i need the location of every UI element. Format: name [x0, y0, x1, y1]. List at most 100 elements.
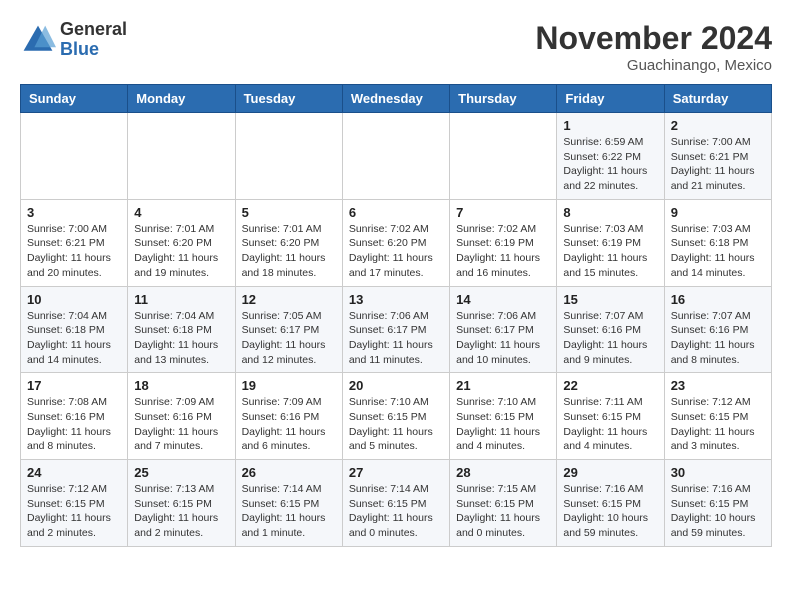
calendar-header-row: SundayMondayTuesdayWednesdayThursdayFrid…	[21, 85, 772, 113]
day-number: 21	[456, 378, 550, 393]
calendar-day-header: Friday	[557, 85, 664, 113]
day-number: 15	[563, 292, 657, 307]
calendar-day-cell: 11 Sunrise: 7:04 AM Sunset: 6:18 PM Dayli…	[128, 286, 235, 373]
month-title: November 2024	[535, 20, 772, 57]
day-info: Sunrise: 7:01 AM Sunset: 6:20 PM Dayligh…	[134, 222, 228, 281]
day-info: Sunrise: 7:01 AM Sunset: 6:20 PM Dayligh…	[242, 222, 336, 281]
day-info: Sunrise: 7:10 AM Sunset: 6:15 PM Dayligh…	[456, 395, 550, 454]
title-area: November 2024 Guachinango, Mexico	[535, 20, 772, 74]
calendar-week-row: 10Sunrise: 7:04 AM Sunset: 6:18 PM Dayli…	[21, 286, 772, 373]
calendar-day-cell: 2 Sunrise: 7:00 AM Sunset: 6:21 PM Daylig…	[664, 113, 771, 200]
calendar-day-cell: 6Sunrise: 7:02 AM Sunset: 6:20 PM Daylig…	[342, 199, 449, 286]
day-number: 8	[563, 205, 657, 220]
day-number: 18	[134, 378, 228, 393]
calendar-day-cell: 18 Sunrise: 7:09 AM Sunset: 6:16 PM Dayli…	[128, 373, 235, 460]
day-number: 5	[242, 205, 336, 220]
day-info: Sunrise: 7:05 AM Sunset: 6:17 PM Dayligh…	[242, 309, 336, 368]
day-number: 9	[671, 205, 765, 220]
day-number: 25	[134, 465, 228, 480]
calendar-day-header: Thursday	[450, 85, 557, 113]
calendar-day-cell	[128, 113, 235, 200]
calendar-day-cell: 22 Sunrise: 7:11 AM Sunset: 6:15 PM Dayli…	[557, 373, 664, 460]
day-number: 2	[671, 118, 765, 133]
calendar-day-cell: 26Sunrise: 7:14 AM Sunset: 6:15 PM Dayli…	[235, 460, 342, 547]
calendar-week-row: 24Sunrise: 7:12 AM Sunset: 6:15 PM Dayli…	[21, 460, 772, 547]
calendar-day-cell	[342, 113, 449, 200]
day-info: Sunrise: 7:00 AM Sunset: 6:21 PM Dayligh…	[27, 222, 121, 281]
day-info: Sunrise: 7:10 AM Sunset: 6:15 PM Dayligh…	[349, 395, 443, 454]
day-number: 13	[349, 292, 443, 307]
location-subtitle: Guachinango, Mexico	[535, 57, 772, 74]
calendar-week-row: 17 Sunrise: 7:08 AM Sunset: 6:16 PM Dayli…	[21, 373, 772, 460]
day-info: Sunrise: 7:03 AM Sunset: 6:18 PM Dayligh…	[671, 222, 765, 281]
calendar-day-cell: 9 Sunrise: 7:03 AM Sunset: 6:18 PM Daylig…	[664, 199, 771, 286]
calendar-day-header: Monday	[128, 85, 235, 113]
day-info: Sunrise: 7:16 AM Sunset: 6:15 PM Dayligh…	[671, 482, 765, 541]
calendar-day-cell: 15 Sunrise: 7:07 AM Sunset: 6:16 PM Dayli…	[557, 286, 664, 373]
day-number: 6	[349, 205, 443, 220]
day-number: 7	[456, 205, 550, 220]
day-info: Sunrise: 7:07 AM Sunset: 6:16 PM Dayligh…	[563, 309, 657, 368]
day-number: 19	[242, 378, 336, 393]
calendar-day-cell: 5 Sunrise: 7:01 AM Sunset: 6:20 PM Daylig…	[235, 199, 342, 286]
day-info: Sunrise: 7:04 AM Sunset: 6:18 PM Dayligh…	[27, 309, 121, 368]
day-info: Sunrise: 7:16 AM Sunset: 6:15 PM Dayligh…	[563, 482, 657, 541]
day-number: 3	[27, 205, 121, 220]
calendar-day-cell	[450, 113, 557, 200]
day-info: Sunrise: 7:15 AM Sunset: 6:15 PM Dayligh…	[456, 482, 550, 541]
calendar-day-header: Wednesday	[342, 85, 449, 113]
calendar-day-cell: 3 Sunrise: 7:00 AM Sunset: 6:21 PM Daylig…	[21, 199, 128, 286]
day-number: 20	[349, 378, 443, 393]
calendar-day-cell: 16 Sunrise: 7:07 AM Sunset: 6:16 PM Dayli…	[664, 286, 771, 373]
day-info: Sunrise: 7:08 AM Sunset: 6:16 PM Dayligh…	[27, 395, 121, 454]
day-info: Sunrise: 7:11 AM Sunset: 6:15 PM Dayligh…	[563, 395, 657, 454]
logo-text: General Blue	[60, 20, 127, 60]
day-info: Sunrise: 7:14 AM Sunset: 6:15 PM Dayligh…	[242, 482, 336, 541]
day-info: Sunrise: 7:12 AM Sunset: 6:15 PM Dayligh…	[27, 482, 121, 541]
day-info: Sunrise: 7:02 AM Sunset: 6:19 PM Dayligh…	[456, 222, 550, 281]
calendar-day-cell: 30Sunrise: 7:16 AM Sunset: 6:15 PM Dayli…	[664, 460, 771, 547]
day-number: 16	[671, 292, 765, 307]
day-number: 11	[134, 292, 228, 307]
day-info: Sunrise: 6:59 AM Sunset: 6:22 PM Dayligh…	[563, 135, 657, 194]
calendar-week-row: 3 Sunrise: 7:00 AM Sunset: 6:21 PM Daylig…	[21, 199, 772, 286]
day-number: 22	[563, 378, 657, 393]
day-info: Sunrise: 7:12 AM Sunset: 6:15 PM Dayligh…	[671, 395, 765, 454]
day-info: Sunrise: 7:13 AM Sunset: 6:15 PM Dayligh…	[134, 482, 228, 541]
calendar-day-cell: 28 Sunrise: 7:15 AM Sunset: 6:15 PM Dayli…	[450, 460, 557, 547]
day-info: Sunrise: 7:04 AM Sunset: 6:18 PM Dayligh…	[134, 309, 228, 368]
calendar-day-cell: 19 Sunrise: 7:09 AM Sunset: 6:16 PM Dayli…	[235, 373, 342, 460]
day-number: 17	[27, 378, 121, 393]
day-number: 28	[456, 465, 550, 480]
page-header: General Blue November 2024 Guachinango, …	[20, 20, 772, 74]
day-info: Sunrise: 7:07 AM Sunset: 6:16 PM Dayligh…	[671, 309, 765, 368]
calendar-day-cell: 23 Sunrise: 7:12 AM Sunset: 6:15 PM Dayli…	[664, 373, 771, 460]
calendar-day-header: Tuesday	[235, 85, 342, 113]
calendar-day-cell: 14Sunrise: 7:06 AM Sunset: 6:17 PM Dayli…	[450, 286, 557, 373]
calendar-day-cell: 10Sunrise: 7:04 AM Sunset: 6:18 PM Dayli…	[21, 286, 128, 373]
calendar-day-cell	[21, 113, 128, 200]
day-info: Sunrise: 7:09 AM Sunset: 6:16 PM Dayligh…	[242, 395, 336, 454]
calendar-day-header: Sunday	[21, 85, 128, 113]
calendar-day-cell: 29 Sunrise: 7:16 AM Sunset: 6:15 PM Dayli…	[557, 460, 664, 547]
day-number: 29	[563, 465, 657, 480]
day-info: Sunrise: 7:09 AM Sunset: 6:16 PM Dayligh…	[134, 395, 228, 454]
calendar-day-cell: 25 Sunrise: 7:13 AM Sunset: 6:15 PM Dayli…	[128, 460, 235, 547]
logo: General Blue	[20, 20, 127, 60]
calendar-day-cell: 27Sunrise: 7:14 AM Sunset: 6:15 PM Dayli…	[342, 460, 449, 547]
calendar-day-cell: 20 Sunrise: 7:10 AM Sunset: 6:15 PM Dayli…	[342, 373, 449, 460]
day-number: 23	[671, 378, 765, 393]
day-number: 4	[134, 205, 228, 220]
day-number: 1	[563, 118, 657, 133]
day-info: Sunrise: 7:03 AM Sunset: 6:19 PM Dayligh…	[563, 222, 657, 281]
calendar-day-cell: 17 Sunrise: 7:08 AM Sunset: 6:16 PM Dayli…	[21, 373, 128, 460]
calendar-day-cell: 24Sunrise: 7:12 AM Sunset: 6:15 PM Dayli…	[21, 460, 128, 547]
day-info: Sunrise: 7:06 AM Sunset: 6:17 PM Dayligh…	[349, 309, 443, 368]
calendar-week-row: 1 Sunrise: 6:59 AM Sunset: 6:22 PM Daylig…	[21, 113, 772, 200]
day-info: Sunrise: 7:00 AM Sunset: 6:21 PM Dayligh…	[671, 135, 765, 194]
calendar-day-cell: 8 Sunrise: 7:03 AM Sunset: 6:19 PM Daylig…	[557, 199, 664, 286]
calendar-day-header: Saturday	[664, 85, 771, 113]
day-number: 27	[349, 465, 443, 480]
calendar-day-cell: 21 Sunrise: 7:10 AM Sunset: 6:15 PM Dayli…	[450, 373, 557, 460]
calendar-day-cell: 13 Sunrise: 7:06 AM Sunset: 6:17 PM Dayli…	[342, 286, 449, 373]
